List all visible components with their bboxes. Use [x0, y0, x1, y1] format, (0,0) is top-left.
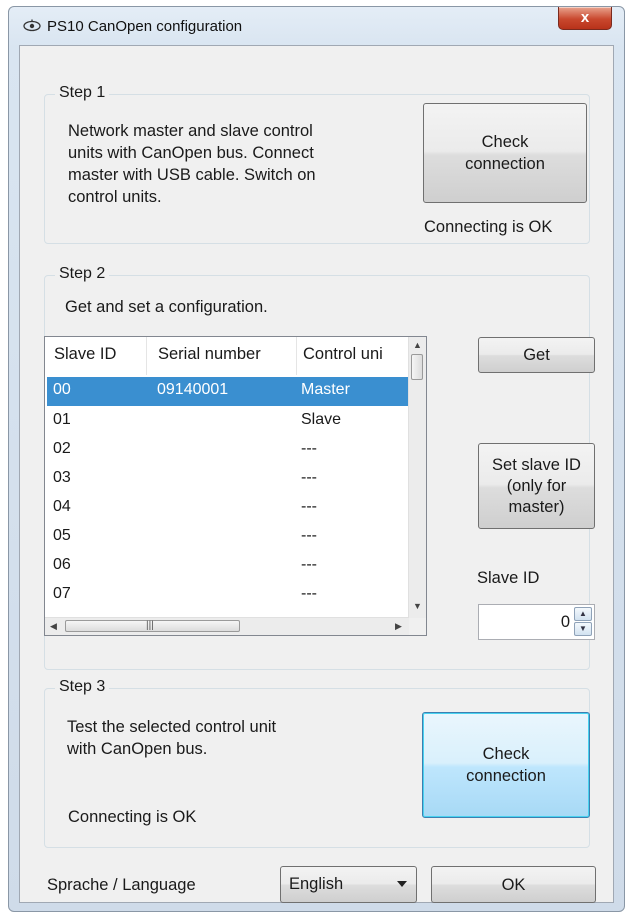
table-row[interactable]: 06 ---: [47, 552, 409, 581]
step3-check-label-2: connection: [466, 767, 546, 785]
row-control-unit: Slave: [301, 411, 342, 428]
chevron-down-icon: [397, 881, 407, 887]
row-slave-id: 03: [53, 469, 71, 486]
close-icon: x: [580, 9, 590, 26]
close-button[interactable]: x: [558, 7, 612, 30]
step3-legend: Step 3: [55, 678, 110, 696]
row-control-unit: ---: [301, 527, 317, 544]
row-control-unit: ---: [301, 556, 317, 573]
list-header: Slave ID Serial number Control uni: [45, 337, 409, 375]
horizontal-scrollbar[interactable]: ◀ ||| ▶: [45, 617, 409, 635]
table-row[interactable]: 03 ---: [47, 465, 409, 494]
step1-legend: Step 1: [55, 84, 110, 102]
spin-up-icon[interactable]: ▲: [574, 607, 592, 621]
step1-check-label-2: connection: [465, 155, 545, 173]
app-icon: [23, 19, 41, 32]
step1-status: Connecting is OK: [424, 218, 553, 236]
set-slave-label-1: Set slave ID: [492, 455, 581, 474]
step3-check-connection-button[interactable]: Check connection: [422, 712, 590, 818]
step1-line-2: units with CanOpen bus. Connect: [68, 144, 314, 162]
step2-description: Get and set a configuration.: [65, 298, 268, 316]
step1-line-1: Network master and slave control: [68, 122, 313, 140]
table-row[interactable]: 00 09140001 Master: [47, 377, 409, 406]
horizontal-scroll-thumb[interactable]: |||: [65, 620, 240, 632]
step1-check-connection-button[interactable]: Check connection: [423, 103, 587, 203]
step1-check-label-1: Check: [481, 133, 529, 151]
row-slave-id: 07: [53, 585, 71, 602]
vertical-scroll-thumb[interactable]: [411, 354, 423, 380]
column-header-control-unit[interactable]: Control uni: [303, 345, 407, 364]
column-divider[interactable]: [296, 337, 297, 375]
row-slave-id: 02: [53, 440, 71, 457]
dialog-client-area: Step 1 Network master and slave control …: [19, 45, 614, 903]
set-slave-label-3: master): [508, 497, 565, 516]
table-row[interactable]: 04 ---: [47, 494, 409, 523]
row-serial: 09140001: [157, 381, 229, 398]
row-slave-id: 01: [53, 411, 71, 428]
title-bar: PS10 CanOpen configuration x: [9, 7, 624, 45]
spin-down-icon[interactable]: ▼: [574, 622, 592, 636]
row-slave-id: 04: [53, 498, 71, 515]
scroll-down-icon[interactable]: ▼: [413, 601, 422, 611]
dialog-window: PS10 CanOpen configuration x Step 1 Netw…: [8, 6, 625, 912]
language-label: Sprache / Language: [47, 876, 196, 894]
row-slave-id: 00: [53, 381, 71, 398]
slave-id-spinner[interactable]: 0 ▲ ▼: [478, 604, 595, 640]
step1-line-4: control units.: [68, 188, 162, 206]
step2-legend: Step 2: [55, 265, 110, 283]
column-header-slave-id[interactable]: Slave ID: [54, 345, 144, 364]
table-row[interactable]: 02 ---: [47, 436, 409, 465]
column-header-serial-number[interactable]: Serial number: [158, 345, 293, 364]
language-value: English: [289, 875, 344, 893]
set-slave-label-2: (only for: [506, 476, 567, 495]
slave-id-label: Slave ID: [477, 569, 540, 587]
set-slave-id-button[interactable]: Set slave ID (only for master): [478, 443, 595, 529]
step3-line-1: Test the selected control unit: [67, 718, 277, 736]
scroll-corner: [409, 618, 426, 635]
table-row[interactable]: 07 ---: [47, 581, 409, 610]
scroll-right-icon[interactable]: ▶: [395, 621, 402, 632]
row-control-unit: ---: [301, 585, 317, 602]
scroll-up-icon[interactable]: ▲: [413, 340, 422, 350]
step3-check-label-1: Check: [482, 745, 530, 763]
column-divider[interactable]: [146, 337, 147, 375]
ok-button[interactable]: OK: [431, 866, 596, 903]
row-control-unit: ---: [301, 498, 317, 515]
scroll-left-icon[interactable]: ◀: [50, 621, 57, 632]
language-select[interactable]: English: [280, 866, 417, 903]
slave-list[interactable]: Slave ID Serial number Control uni 00 09…: [44, 336, 427, 636]
row-control-unit: ---: [301, 469, 317, 486]
row-slave-id: 06: [53, 556, 71, 573]
step3-line-2: with CanOpen bus.: [67, 740, 208, 758]
row-slave-id: 05: [53, 527, 71, 544]
window-title: PS10 CanOpen configuration: [47, 18, 243, 35]
step3-status: Connecting is OK: [68, 808, 197, 826]
step3-description: Test the selected control unit with CanO…: [67, 716, 276, 760]
table-row[interactable]: 05 ---: [47, 523, 409, 552]
get-button[interactable]: Get: [478, 337, 595, 373]
row-control-unit: ---: [301, 440, 317, 457]
grip-icon: |||: [146, 620, 154, 631]
spinner-buttons: ▲ ▼: [574, 607, 592, 637]
table-row[interactable]: 01 Slave: [47, 407, 409, 436]
row-control-unit: Master: [301, 381, 350, 398]
slave-id-value[interactable]: 0: [561, 613, 570, 632]
vertical-scrollbar[interactable]: ▲ ▼: [408, 337, 426, 618]
step1-description: Network master and slave control units w…: [68, 120, 316, 208]
step1-line-3: master with USB cable. Switch on: [68, 166, 316, 184]
